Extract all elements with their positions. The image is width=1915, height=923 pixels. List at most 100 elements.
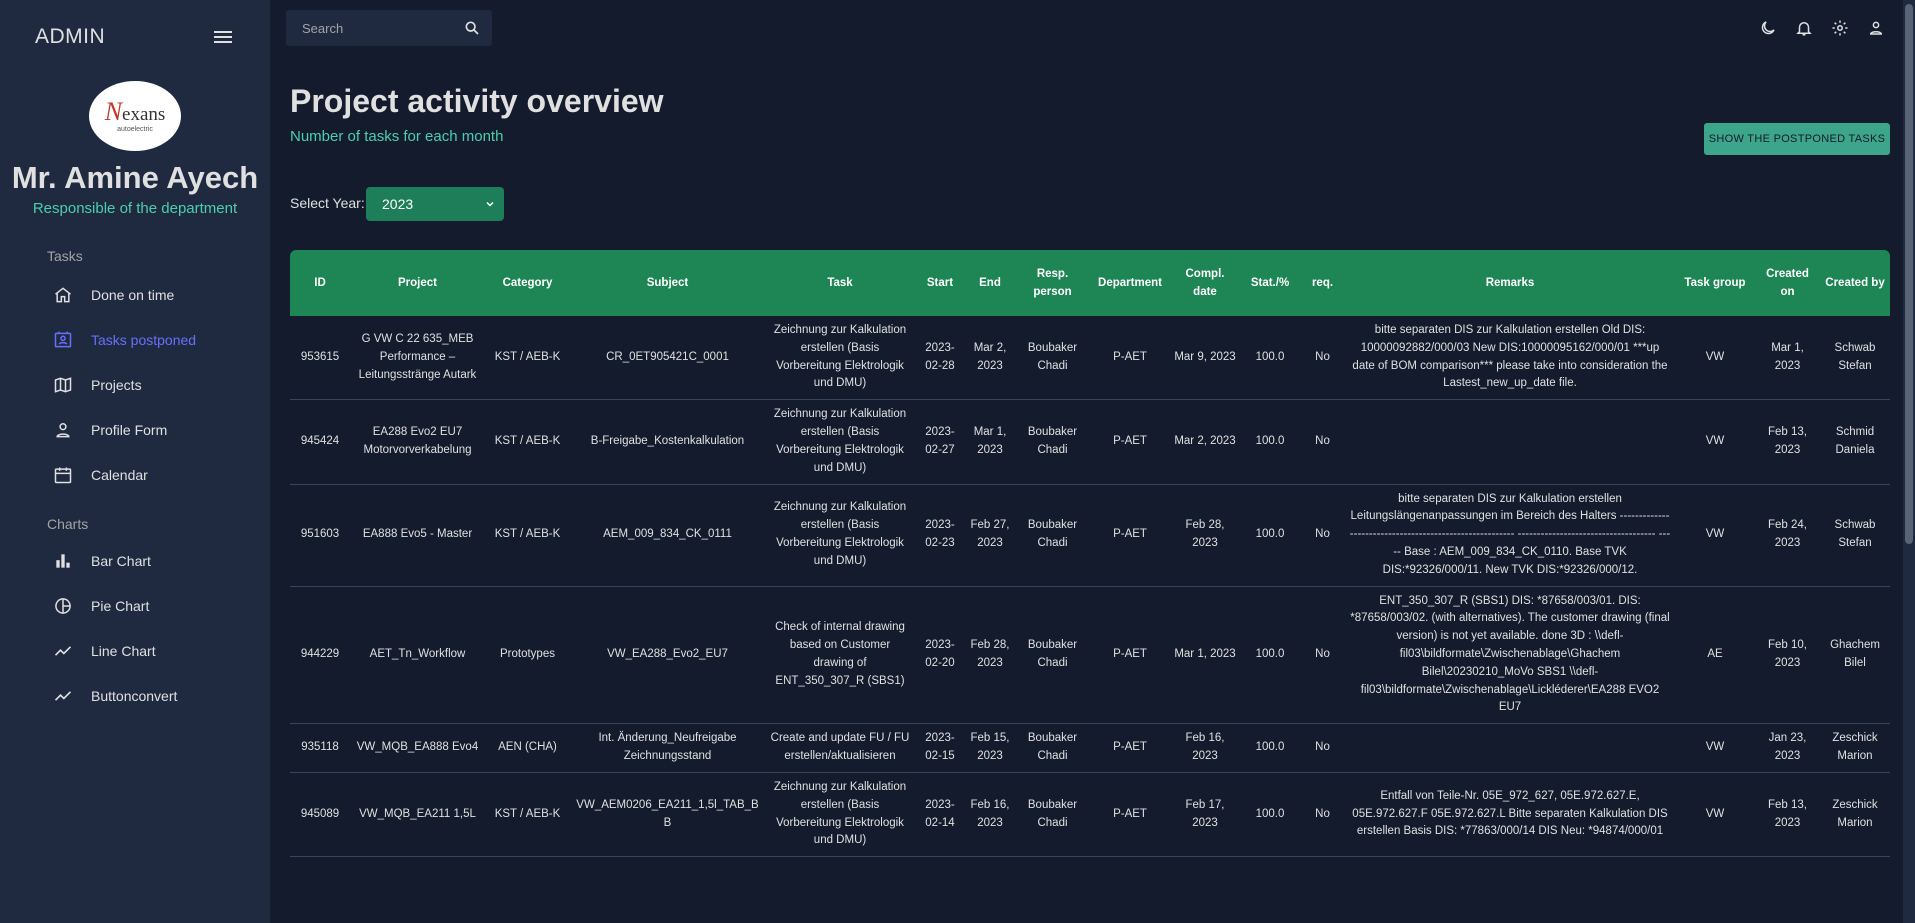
column-header[interactable]: Subject	[570, 250, 765, 316]
table-cell: bitte separaten DIS zur Kalkulation erst…	[1352, 324, 1668, 390]
line-chart-icon	[52, 640, 74, 662]
column-header[interactable]: req.	[1300, 250, 1345, 316]
table-row[interactable]: 944229 AET_Tn_Workflow Prototypes VW_EA288_…	[290, 586, 1890, 724]
table-cell: 100.0	[1255, 648, 1285, 660]
table-cell: 951603	[300, 528, 340, 541]
table-cell: VW	[1705, 741, 1725, 754]
table-cell: KST / AEB-K	[494, 350, 561, 363]
table-cell: Jan 23, 2023	[1768, 732, 1807, 763]
map-icon	[52, 374, 74, 396]
column-header[interactable]: Remarks	[1345, 250, 1675, 316]
menu-icon[interactable]	[211, 25, 235, 49]
scrollbar-thumb[interactable]	[1905, 4, 1913, 544]
column-header[interactable]: Start	[915, 250, 965, 316]
user-name: Mr. Amine Ayech	[11, 160, 259, 195]
table-row[interactable]: 945424 EA288 Evo2 EU7 Motorvorverkabelung…	[290, 400, 1890, 484]
table-cell: 2023-02-28	[925, 341, 955, 372]
column-header[interactable]: Created on	[1755, 250, 1820, 316]
table-cell: 935118	[301, 741, 339, 754]
admin-title: ADMIN	[35, 25, 106, 48]
show-postponed-tasks-button[interactable]: SHOW THE POSTPONED TASKS	[1704, 123, 1890, 155]
table-cell: Schmid Daniela	[1835, 426, 1875, 456]
sidebar-item-profile-form[interactable]: Profile Form	[52, 416, 167, 444]
table-row[interactable]: 945089 VW_MQB_EA211 1,5L KST / AEB-K VW_AEM…	[290, 772, 1890, 857]
table-row[interactable]: 953615 G VW C 22 635_MEB Performance – Le…	[290, 316, 1890, 400]
table-cell: Feb 17, 2023	[1185, 798, 1225, 829]
table-cell: 100.0	[1255, 350, 1285, 363]
user-icon[interactable]	[1865, 17, 1887, 39]
table-cell: Feb 28, 2023	[1185, 519, 1225, 550]
sidebar-item-tasks-postponed[interactable]: Tasks postponed	[52, 326, 196, 354]
table-cell: Ghachem Bilel	[1830, 639, 1880, 669]
year-label: Select Year:	[290, 195, 365, 211]
sidebar-header: ADMIN	[35, 22, 235, 52]
tasks-table: ID Project Category Subject Task Start End Resp…	[290, 250, 1890, 857]
column-header[interactable]: End	[965, 250, 1015, 316]
column-header[interactable]: Task group	[1675, 250, 1755, 316]
sidebar-item-line-chart[interactable]: Line Chart	[52, 637, 156, 665]
search-input[interactable]	[302, 20, 452, 36]
column-header[interactable]: Project	[350, 250, 485, 316]
table-cell: No	[1315, 350, 1330, 363]
sidebar-item-projects[interactable]: Projects	[52, 371, 142, 399]
table-cell: Feb 15, 2023	[970, 732, 1010, 763]
column-header[interactable]: ID	[290, 250, 350, 316]
table-cell: KST / AEB-K	[494, 807, 561, 820]
table-cell: No	[1315, 807, 1330, 820]
column-header[interactable]: Compl. date	[1170, 250, 1240, 316]
table-cell: EA288 Evo2 EU7 Motorvorverkabelung	[363, 426, 472, 456]
table-row[interactable]: 935118 VW_MQB_EA888 Evo4 AEN (CHA) Int. Änd…	[290, 724, 1890, 773]
table-cell: 945424	[300, 434, 340, 447]
sidebar-item-calendar[interactable]: Calendar	[52, 461, 148, 489]
column-header[interactable]: Category	[485, 250, 570, 316]
column-header[interactable]: Task	[765, 250, 915, 316]
table-cell: Boubaker Chadi	[1027, 732, 1078, 763]
table-cell: Schwab Stefan	[1834, 519, 1876, 550]
table-cell: 2023-02-14	[925, 798, 955, 829]
table-cell: Mar 1, 2023	[973, 426, 1007, 456]
column-header[interactable]: Stat./%	[1240, 250, 1300, 316]
table-cell: P-AET	[1113, 807, 1147, 820]
search-box	[286, 10, 492, 46]
table-cell: VW	[1705, 528, 1725, 541]
column-header[interactable]: Created by	[1820, 250, 1890, 316]
table-cell: KST / AEB-K	[494, 434, 561, 447]
bar-chart-icon	[52, 550, 74, 572]
sidebar-item-pie-chart[interactable]: Pie Chart	[52, 592, 149, 620]
section-charts: Charts	[47, 516, 89, 532]
table-cell: Feb 10, 2023	[1768, 639, 1807, 669]
table-cell: Mar 2, 2023	[1174, 434, 1236, 447]
company-logo: Nexans autoelectric	[89, 81, 181, 151]
column-header[interactable]: Resp. person	[1015, 250, 1090, 316]
sidebar-item-bar-chart[interactable]: Bar Chart	[52, 547, 151, 575]
table-cell: 944229	[300, 648, 340, 660]
pie-chart-icon	[52, 595, 74, 617]
column-header[interactable]: Department	[1090, 250, 1170, 316]
settings-icon[interactable]	[1829, 17, 1851, 39]
table-cell	[1345, 724, 1675, 773]
calendar-icon	[52, 464, 74, 486]
table-cell: 100.0	[1255, 434, 1285, 447]
table-cell: ENT_350_307_R (SBS1) DIS: *87658/003/01.…	[1350, 594, 1670, 714]
sidebar-item-buttonconvert[interactable]: Buttonconvert	[52, 682, 177, 710]
year-select[interactable]: 2023	[366, 187, 504, 221]
page-scrollbar[interactable]	[1903, 0, 1915, 923]
table-cell: bitte separaten DIS zur Kalkulation erst…	[1349, 492, 1671, 576]
table-cell: 100.0	[1255, 807, 1285, 820]
table-cell: G VW C 22 635_MEB Performance – Leitungs…	[358, 332, 477, 381]
table-cell: VW	[1705, 434, 1725, 447]
table-cell: AE	[1707, 648, 1723, 660]
table-cell: Zeichnung zur Kalkulation erstellen (Bas…	[773, 780, 907, 847]
table-cell: Schwab Stefan	[1834, 341, 1876, 372]
table-cell: AEM_009_834_CK_0111	[603, 528, 732, 541]
table-cell: Zeichnung zur Kalkulation erstellen (Bas…	[773, 408, 907, 474]
search-icon[interactable]	[462, 18, 482, 38]
notifications-icon[interactable]	[1793, 17, 1815, 39]
table-cell	[1345, 400, 1675, 484]
table-row[interactable]: 951603 EA888 Evo5 - Master KST / AEB-K AEM_…	[290, 484, 1890, 587]
table-cell: VW_AEM0206_EA211_1,5l_TAB_BB	[576, 798, 759, 829]
sidebar-item-done-on-time[interactable]: Done on time	[52, 281, 174, 309]
dark-mode-icon[interactable]	[1757, 17, 1779, 39]
chevron-down-icon	[484, 197, 496, 213]
table-cell: Check of internal drawing based on Custo…	[775, 621, 905, 687]
